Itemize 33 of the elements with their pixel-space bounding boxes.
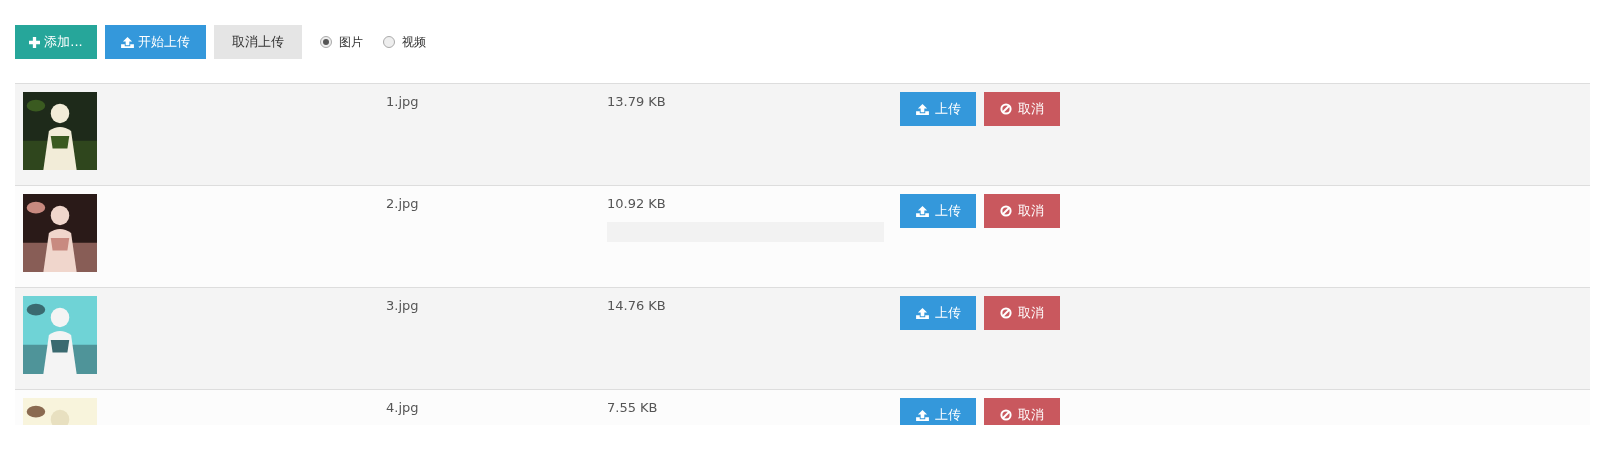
start-upload-button[interactable]: 开始上传 — [105, 25, 206, 59]
ban-icon — [1000, 205, 1012, 217]
add-button[interactable]: 添加... — [15, 25, 97, 59]
upload-icon — [915, 103, 929, 115]
cancel-button[interactable]: 取消 — [984, 296, 1060, 330]
radio-button[interactable] — [320, 36, 332, 48]
ban-icon — [1000, 103, 1012, 115]
upload-icon — [915, 307, 929, 319]
upload-button[interactable]: 上传 — [900, 398, 976, 425]
upload-icon — [915, 205, 929, 217]
cancel-upload-button[interactable]: 取消上传 — [214, 25, 302, 59]
upload-icon — [121, 36, 134, 48]
file-size: 14.76 KB — [607, 297, 666, 315]
upload-button[interactable]: 上传 — [900, 296, 976, 330]
upload-button[interactable]: 上传 — [900, 92, 976, 126]
upload-button[interactable]: 上传 — [900, 194, 976, 228]
file-name: 3.jpg — [386, 298, 419, 313]
radio-label: 视频 — [402, 34, 426, 51]
file-size: 7.55 KB — [607, 399, 658, 417]
ban-icon — [1000, 307, 1012, 319]
cancel-button[interactable]: 取消 — [984, 194, 1060, 228]
file-name: 4.jpg — [386, 400, 419, 415]
cancel-button[interactable]: 取消 — [984, 398, 1060, 425]
cancel-button[interactable]: 取消 — [984, 92, 1060, 126]
radio-label: 图片 — [339, 34, 363, 51]
plus-icon — [29, 36, 41, 48]
radio-button[interactable] — [383, 36, 395, 48]
file-size: 10.92 KB — [607, 195, 666, 213]
ban-icon — [1000, 409, 1012, 421]
file-name: 1.jpg — [386, 94, 419, 109]
upload-icon — [915, 409, 929, 421]
file-size: 13.79 KB — [607, 93, 666, 111]
file-name: 2.jpg — [386, 196, 419, 211]
